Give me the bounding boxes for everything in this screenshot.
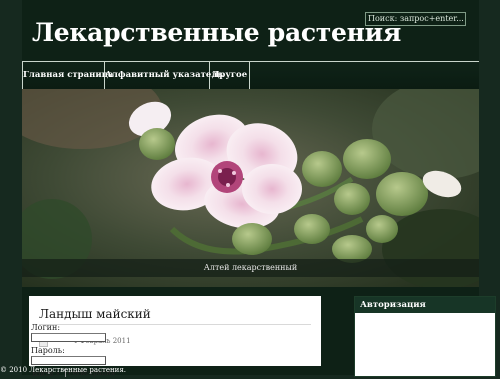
footer-copyright: © 2010 Лекарственные растения. (0, 366, 126, 374)
site-title[interactable]: Лекарственные растения (32, 18, 401, 47)
slide-image-marshmallow (22, 89, 479, 287)
search-input[interactable]: Поиск: запрос+enter... (365, 12, 466, 26)
main-navigation: Главная страница Алфавитный указатель Др… (22, 61, 479, 90)
slider-pagination (46, 278, 70, 286)
nav-item-alphabetical-index[interactable]: Алфавитный указатель (105, 62, 223, 89)
auth-panel: Авторизация (354, 296, 496, 377)
password-label: Пароль: (31, 346, 65, 355)
image-slider[interactable]: Алтей лекарственный (22, 89, 479, 287)
post-divider (39, 324, 311, 325)
login-field[interactable] (31, 333, 106, 342)
post-title[interactable]: Ландыш майский (39, 307, 151, 321)
slide-caption: Алтей лекарственный (22, 259, 479, 277)
nav-item-other[interactable]: Другое (210, 62, 250, 89)
login-label: Логин: (31, 323, 61, 332)
page-container: Лекарственные растения Поиск: запрос+ent… (22, 0, 496, 378)
password-field[interactable] (31, 356, 106, 365)
auth-heading: Авторизация (355, 297, 495, 313)
nav-item-home[interactable]: Главная страница (22, 62, 113, 89)
